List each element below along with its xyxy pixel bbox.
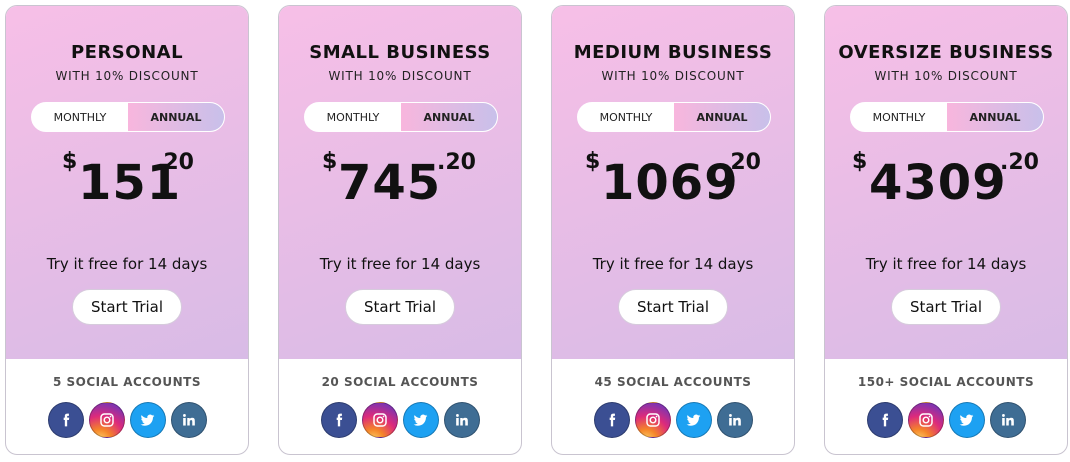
toggle-annual[interactable]: ANNUAL <box>401 103 497 131</box>
toggle-annual[interactable]: ANNUAL <box>947 103 1043 131</box>
instagram-icon[interactable] <box>361 402 398 438</box>
discount-label: WITH 10% DISCOUNT <box>55 69 199 83</box>
price-cents: .20 <box>722 150 761 175</box>
linkedin-icon[interactable] <box>443 402 480 438</box>
currency-symbol: $ <box>585 149 601 174</box>
price-amount: 1069 <box>601 155 739 211</box>
instagram-icon[interactable] <box>907 402 944 438</box>
linkedin-icon[interactable] <box>170 402 207 438</box>
facebook-icon[interactable] <box>47 402 84 438</box>
toggle-monthly[interactable]: MONTHLY <box>578 103 674 131</box>
price-cents: .20 <box>437 150 476 175</box>
plan-name: PERSONAL <box>70 42 184 63</box>
toggle-monthly[interactable]: MONTHLY <box>32 103 128 131</box>
twitter-icon[interactable] <box>129 402 166 438</box>
toggle-annual[interactable]: ANNUAL <box>674 103 770 131</box>
billing-toggle: MONTHLY ANNUAL <box>304 102 498 132</box>
social-accounts-count: 45 SOCIAL ACCOUNTS <box>594 375 752 389</box>
trial-text: Try it free for 14 days <box>865 255 1027 273</box>
card-header: SMALL BUSINESS WITH 10% DISCOUNT MONTHLY… <box>279 6 521 359</box>
price-cents: .20 <box>155 150 194 175</box>
pricing-card-small-business: SMALL BUSINESS WITH 10% DISCOUNT MONTHLY… <box>278 5 522 455</box>
start-trial-button[interactable]: Start Trial <box>72 289 182 325</box>
instagram-icon[interactable] <box>634 402 671 438</box>
social-icons <box>6 402 248 438</box>
start-trial-button[interactable]: Start Trial <box>345 289 455 325</box>
discount-label: WITH 10% DISCOUNT <box>601 69 745 83</box>
pricing-card-medium-business: MEDIUM BUSINESS WITH 10% DISCOUNT MONTHL… <box>551 5 795 455</box>
toggle-annual[interactable]: ANNUAL <box>128 103 224 131</box>
social-accounts-count: 150+ SOCIAL ACCOUNTS <box>857 375 1035 389</box>
price-cents: .20 <box>1000 150 1039 175</box>
pricing-card-personal: PERSONAL WITH 10% DISCOUNT MONTHLY ANNUA… <box>5 5 249 455</box>
linkedin-icon[interactable] <box>716 402 753 438</box>
toggle-monthly[interactable]: MONTHLY <box>305 103 401 131</box>
facebook-icon[interactable] <box>593 402 630 438</box>
card-header: MEDIUM BUSINESS WITH 10% DISCOUNT MONTHL… <box>552 6 794 359</box>
discount-label: WITH 10% DISCOUNT <box>328 69 472 83</box>
price-amount: 745 <box>338 155 442 211</box>
discount-label: WITH 10% DISCOUNT <box>874 69 1018 83</box>
twitter-icon[interactable] <box>675 402 712 438</box>
plan-name: SMALL BUSINESS <box>309 42 491 63</box>
trial-text: Try it free for 14 days <box>46 255 208 273</box>
social-icons <box>552 402 794 438</box>
social-icons <box>279 402 521 438</box>
currency-symbol: $ <box>852 149 868 174</box>
plan-name: OVERSIZE BUSINESS <box>838 42 1054 63</box>
instagram-icon[interactable] <box>88 402 125 438</box>
price-amount: 4309 <box>869 155 1007 211</box>
social-accounts-count: 5 SOCIAL ACCOUNTS <box>53 375 201 389</box>
trial-text: Try it free for 14 days <box>319 255 481 273</box>
social-icons <box>825 402 1067 438</box>
plan-name: MEDIUM BUSINESS <box>573 42 773 63</box>
social-accounts-count: 20 SOCIAL ACCOUNTS <box>321 375 479 389</box>
pricing-card-oversize-business: OVERSIZE BUSINESS WITH 10% DISCOUNT MONT… <box>824 5 1068 455</box>
start-trial-button[interactable]: Start Trial <box>891 289 1001 325</box>
card-header: OVERSIZE BUSINESS WITH 10% DISCOUNT MONT… <box>825 6 1067 359</box>
trial-text: Try it free for 14 days <box>592 255 754 273</box>
card-header: PERSONAL WITH 10% DISCOUNT MONTHLY ANNUA… <box>6 6 248 359</box>
facebook-icon[interactable] <box>320 402 357 438</box>
billing-toggle: MONTHLY ANNUAL <box>850 102 1044 132</box>
billing-toggle: MONTHLY ANNUAL <box>577 102 771 132</box>
toggle-monthly[interactable]: MONTHLY <box>851 103 947 131</box>
twitter-icon[interactable] <box>948 402 985 438</box>
currency-symbol: $ <box>62 149 78 174</box>
billing-toggle: MONTHLY ANNUAL <box>31 102 225 132</box>
twitter-icon[interactable] <box>402 402 439 438</box>
linkedin-icon[interactable] <box>989 402 1026 438</box>
facebook-icon[interactable] <box>866 402 903 438</box>
start-trial-button[interactable]: Start Trial <box>618 289 728 325</box>
currency-symbol: $ <box>322 149 338 174</box>
